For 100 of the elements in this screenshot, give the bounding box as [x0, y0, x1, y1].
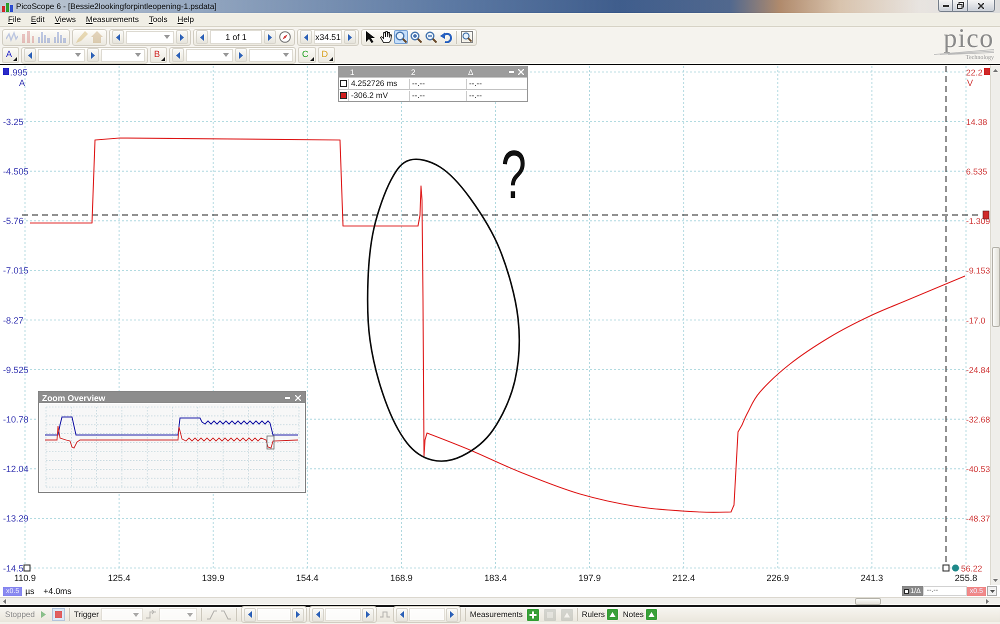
- rising-edge-button[interactable]: [206, 608, 218, 620]
- next-button[interactable]: [176, 30, 188, 44]
- channel-marker-icon[interactable]: [3, 68, 9, 75]
- notes-button[interactable]: [646, 608, 658, 620]
- axis-label: 6.535: [966, 166, 988, 176]
- right-caret-icon: [986, 599, 989, 604]
- axis-label: -32.68: [966, 414, 990, 424]
- dropdown-field[interactable]: [100, 608, 143, 621]
- previous-button[interactable]: [112, 30, 124, 44]
- channel-button[interactable]: A: [2, 47, 20, 63]
- previous-button[interactable]: [196, 30, 208, 44]
- restore-icon: [956, 2, 964, 9]
- buffer-field[interactable]: 1 of 1: [210, 30, 262, 44]
- axis-label: 125.4: [108, 573, 130, 583]
- axis-label: -12.04: [3, 464, 29, 474]
- tool-button[interactable]: [460, 30, 474, 44]
- axis-label: -7.015: [3, 266, 29, 276]
- close-button[interactable]: [968, 0, 995, 12]
- menu-item[interactable]: Views: [54, 14, 76, 26]
- corner-triangle-icon: [13, 57, 18, 61]
- dropdown-field[interactable]: [126, 30, 174, 44]
- horizontal-scrollbar[interactable]: [0, 597, 1000, 607]
- menu-item[interactable]: Measurements: [86, 14, 139, 26]
- axis-label: -8.27: [3, 315, 24, 326]
- menu-item[interactable]: Edit: [30, 14, 45, 26]
- zoom-region-frame[interactable]: [266, 436, 274, 450]
- previous-button[interactable]: [172, 48, 184, 62]
- menu-item[interactable]: Tools: [148, 14, 168, 26]
- axis-label: -4.505: [3, 166, 29, 176]
- right-triangle-icon: [296, 611, 300, 618]
- next-button[interactable]: [344, 30, 356, 44]
- menu-item[interactable]: Help: [178, 14, 194, 26]
- zoom-fit-icon: [461, 31, 473, 43]
- undo-arrow-icon: [440, 31, 452, 43]
- axis-label: 22.2: [966, 67, 983, 78]
- measurements-label: Measurements: [470, 609, 523, 620]
- previous-button[interactable]: [24, 48, 36, 62]
- dropdown-field[interactable]: [249, 48, 294, 62]
- left-triangle-icon: [248, 611, 252, 618]
- window-title: PicoScope 6 - [Bessie2lookingforpintleopening-1.psdata]: [16, 1, 217, 13]
- dropdown-field[interactable]: [101, 48, 146, 62]
- axis-label: -3.25: [3, 116, 24, 127]
- dropdown-field[interactable]: [158, 608, 197, 621]
- left-triangle-icon: [200, 34, 204, 40]
- ruler-handle-icon[interactable]: [982, 210, 990, 220]
- minimize-icon[interactable]: [285, 396, 290, 398]
- plus-icon: [526, 608, 539, 620]
- dropdown-field[interactable]: [38, 48, 86, 62]
- close-icon[interactable]: [295, 394, 301, 400]
- spectrum-icon: [38, 31, 50, 43]
- caret-icon: [132, 612, 139, 616]
- tool-button[interactable]: [424, 30, 438, 44]
- right-triangle-icon: [450, 611, 454, 618]
- scroll-thumb[interactable]: [855, 598, 881, 605]
- scroll-thumb[interactable]: [992, 247, 1000, 327]
- previous-button[interactable]: [300, 30, 312, 44]
- input-field[interactable]: [256, 608, 291, 621]
- close-icon[interactable]: [518, 69, 524, 75]
- next-button[interactable]: [292, 608, 304, 622]
- falling-edge-icon: [220, 610, 231, 620]
- ruler-handle-icon[interactable]: [942, 564, 950, 572]
- next-button[interactable]: [362, 608, 374, 622]
- tool-button[interactable]: [409, 30, 423, 44]
- previous-button[interactable]: [244, 608, 256, 622]
- rulers-button[interactable]: [606, 608, 619, 620]
- navigator-button[interactable]: [278, 30, 292, 44]
- channel-button[interactable]: B: [150, 47, 168, 63]
- vertical-scrollbar[interactable]: [990, 65, 1000, 585]
- stop-button[interactable]: [52, 608, 65, 621]
- caret-icon: [990, 590, 994, 592]
- next-button[interactable]: [87, 48, 100, 62]
- menu-item[interactable]: File: [8, 14, 21, 26]
- axis-label: -24.84: [966, 364, 990, 375]
- tool-button[interactable]: [379, 30, 393, 44]
- caret-icon: [283, 53, 290, 57]
- tool-button[interactable]: [394, 30, 408, 44]
- previous-button[interactable]: [396, 608, 408, 622]
- axis-label: 197.9: [578, 573, 601, 583]
- minimize-button[interactable]: [938, 0, 953, 12]
- play-icon: [40, 611, 46, 618]
- channel-marker-icon[interactable]: [952, 564, 959, 572]
- trigger-mode-button[interactable]: [378, 608, 391, 620]
- caret-icon: [75, 53, 82, 57]
- dropdown-field[interactable]: [186, 48, 234, 62]
- previous-button[interactable]: [312, 608, 324, 622]
- input-field[interactable]: [408, 608, 445, 621]
- stop-icon: [54, 611, 62, 618]
- channel-marker-icon[interactable]: [984, 68, 990, 75]
- measurement-button[interactable]: [526, 608, 539, 620]
- panel-title: Zoom Overview: [42, 392, 106, 402]
- zoom-factor-field[interactable]: x34.51: [314, 30, 342, 44]
- next-button[interactable]: [235, 48, 248, 62]
- restore-button[interactable]: [953, 0, 968, 12]
- zoom-in-icon: [410, 31, 422, 43]
- next-button[interactable]: [264, 30, 276, 44]
- ruler-handle-icon[interactable]: [24, 564, 30, 572]
- next-button[interactable]: [446, 608, 458, 622]
- falling-edge-button[interactable]: [220, 608, 232, 620]
- dropdown-button[interactable]: [987, 586, 997, 596]
- input-field[interactable]: [324, 608, 361, 621]
